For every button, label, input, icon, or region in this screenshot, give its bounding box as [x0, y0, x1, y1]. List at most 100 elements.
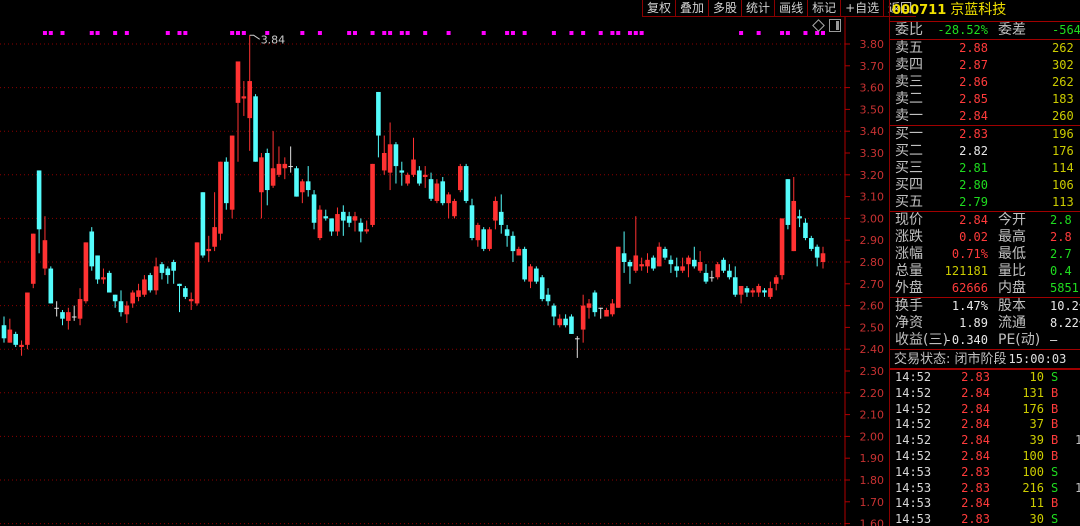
tick-row: 14:52 2.84 176 B	[890, 402, 1080, 418]
signal-marker	[505, 31, 510, 35]
candle-body	[674, 266, 680, 271]
restore-rights-button[interactable]: 复权	[642, 0, 676, 17]
y-tick-label: 3.20	[860, 169, 885, 182]
candle-body	[247, 81, 252, 119]
candle-body	[446, 194, 451, 204]
y-tick-label: 2.30	[860, 365, 885, 378]
finance-value: 1.89	[959, 316, 988, 330]
candle-body	[188, 299, 194, 302]
finance-value: -0.340	[944, 333, 988, 347]
stat-value: 121181	[944, 264, 988, 278]
tick-direction: B	[1051, 496, 1059, 511]
overlay-button[interactable]: 叠加	[675, 0, 709, 17]
candle-body	[323, 216, 329, 219]
buy-order-row: 买三 2.81 114	[890, 160, 1080, 177]
signal-marker	[89, 31, 94, 35]
buy-volume: 196	[1052, 127, 1074, 141]
candle-body	[668, 259, 674, 265]
tick-row: 14:52 2.84 100 B	[890, 449, 1080, 465]
candle-body	[229, 135, 235, 210]
candle-body	[773, 277, 779, 284]
candle-body	[300, 181, 305, 193]
chart-corner-icons	[812, 19, 841, 32]
buy-orders: 买一 2.83 196 买二 2.82 176 买三 2.81 114 买四 2.80 106 买五 2.…	[890, 126, 1080, 212]
signal-marker	[616, 31, 621, 35]
candle-body	[305, 181, 311, 191]
candle-body	[48, 268, 54, 304]
candle-body	[25, 292, 30, 345]
finance-label: 净资	[895, 315, 923, 331]
candle-body	[42, 240, 48, 269]
finance-value: 8.22亿	[1050, 316, 1080, 330]
candle-body	[218, 161, 223, 234]
candle-body	[393, 144, 399, 167]
stat-row: 涨幅 0.71% 最低 2.7	[890, 246, 1080, 263]
tick-list[interactable]: 14:52 2.83 10 S 14:52 2.84 131 B 14:52 2.84 176 B 14…	[890, 370, 1080, 526]
sell-order-row: 卖一 2.84 260	[890, 108, 1080, 125]
y-tick-label: 2.70	[860, 278, 885, 291]
candle-body	[288, 166, 293, 168]
stat-label: 量比	[998, 263, 1026, 279]
tick-row: 14:52 2.84 39 B 1	[890, 433, 1080, 449]
stock-name: 京蓝科技	[950, 2, 1007, 18]
stat-label: 最高	[998, 229, 1026, 245]
candle-body	[610, 303, 615, 315]
signal-marker	[347, 31, 352, 35]
buy-price: 2.80	[959, 178, 988, 192]
finance-value: 10.2亿	[1050, 299, 1080, 313]
buy-level-label: 买三	[895, 160, 923, 176]
signal-marker	[581, 31, 586, 35]
signal-marker	[113, 31, 118, 35]
signal-marker	[388, 31, 393, 35]
candle-body	[615, 246, 621, 308]
signal-marker	[382, 31, 387, 35]
finance-label: 收益(三)	[895, 332, 948, 348]
stat-row: 外盘 62666 内盘 5851	[890, 280, 1080, 297]
candle-body	[458, 166, 463, 191]
candle-body	[1, 325, 7, 339]
candle-body	[580, 305, 586, 330]
candle-body	[791, 200, 797, 252]
mark-button[interactable]: 标记	[807, 0, 841, 17]
toggle-panel-icon[interactable]	[829, 19, 841, 32]
tick-row: 14:52 2.84 37 B	[890, 417, 1080, 433]
finance-row: 净资 1.89 流通 8.22亿	[890, 315, 1080, 332]
stat-label: 总量	[895, 263, 923, 279]
candle-body	[721, 259, 726, 271]
y-tick-label: 2.60	[860, 300, 885, 313]
buy-level-label: 买二	[895, 143, 923, 159]
candle-body	[481, 229, 486, 249]
multi-stock-button[interactable]: 多股	[708, 0, 742, 17]
candle-body	[738, 285, 744, 295]
statistics-button[interactable]: 统计	[741, 0, 775, 17]
candle-body	[814, 246, 820, 258]
candle-body	[697, 262, 703, 271]
finance-row: 收益(三) -0.340 PE(动) —	[890, 332, 1080, 349]
stat-value: 0.71%	[951, 247, 988, 261]
candle-body	[475, 224, 481, 241]
y-tick-label: 2.90	[860, 234, 885, 247]
add-watchlist-button[interactable]: +自选	[840, 0, 884, 17]
y-tick-label: 3.00	[860, 212, 885, 225]
buy-price: 2.83	[959, 127, 988, 141]
tick-price: 2.83	[961, 480, 990, 495]
candle-body	[797, 216, 802, 219]
signal-marker	[241, 31, 246, 35]
candlestick-chart[interactable]: 3.80 3.70 3.60 3.50 3.40 3.30 3.20 3.10 3.00 2.90…	[0, 0, 888, 526]
draw-line-button[interactable]: 画线	[774, 0, 808, 17]
stat-row: 涨跌 0.02 最高 2.8	[890, 229, 1080, 246]
candle-body	[364, 229, 369, 232]
y-tick-label: 2.50	[860, 321, 885, 334]
signal-marker	[42, 31, 47, 35]
candle-body	[809, 238, 814, 249]
candle-body	[709, 277, 715, 279]
candle-body	[750, 290, 756, 293]
stat-label: 现价	[895, 212, 923, 228]
candle-body	[206, 248, 212, 252]
candle-body	[504, 229, 510, 236]
signal-marker	[803, 31, 808, 35]
buy-volume: 114	[1052, 161, 1074, 175]
candle-body	[510, 235, 516, 252]
diamond-icon[interactable]	[812, 19, 825, 32]
candle-body	[142, 279, 147, 295]
